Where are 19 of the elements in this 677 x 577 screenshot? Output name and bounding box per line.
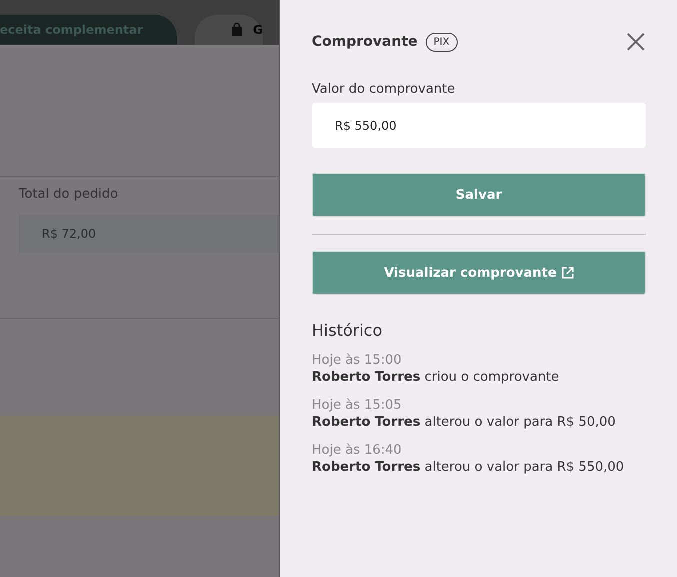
history-time: Hoje às 15:05 xyxy=(312,398,403,413)
value-field[interactable]: R$ 550,00 xyxy=(312,103,646,148)
history-text: Roberto Torres alterou o valor para R$ 550,00 xyxy=(312,460,626,475)
view-receipt-button[interactable]: Visualizar comprovante xyxy=(312,251,646,295)
history-title: Histórico xyxy=(312,321,384,340)
history-text: Roberto Torres alterou o valor para R$ 50,00 xyxy=(312,415,617,430)
history-text: Roberto Torres criou o comprovante xyxy=(312,370,560,385)
save-button[interactable]: Salvar xyxy=(312,173,646,217)
history-time: Hoje às 15:00 xyxy=(312,353,403,368)
drawer-title: Comprovante xyxy=(312,34,418,50)
field-label: Valor do comprovante xyxy=(312,82,456,97)
tab[interactable]: G xyxy=(195,15,264,45)
payment-badge: PIX xyxy=(426,32,458,52)
history-time: Hoje às 16:40 xyxy=(312,443,403,458)
shopping-bag-icon xyxy=(231,23,244,37)
total-label: Total do pedido xyxy=(18,187,120,202)
total-field: R$ 72,00 xyxy=(19,215,279,253)
close-button[interactable] xyxy=(626,32,646,52)
external-link-icon xyxy=(562,267,574,279)
